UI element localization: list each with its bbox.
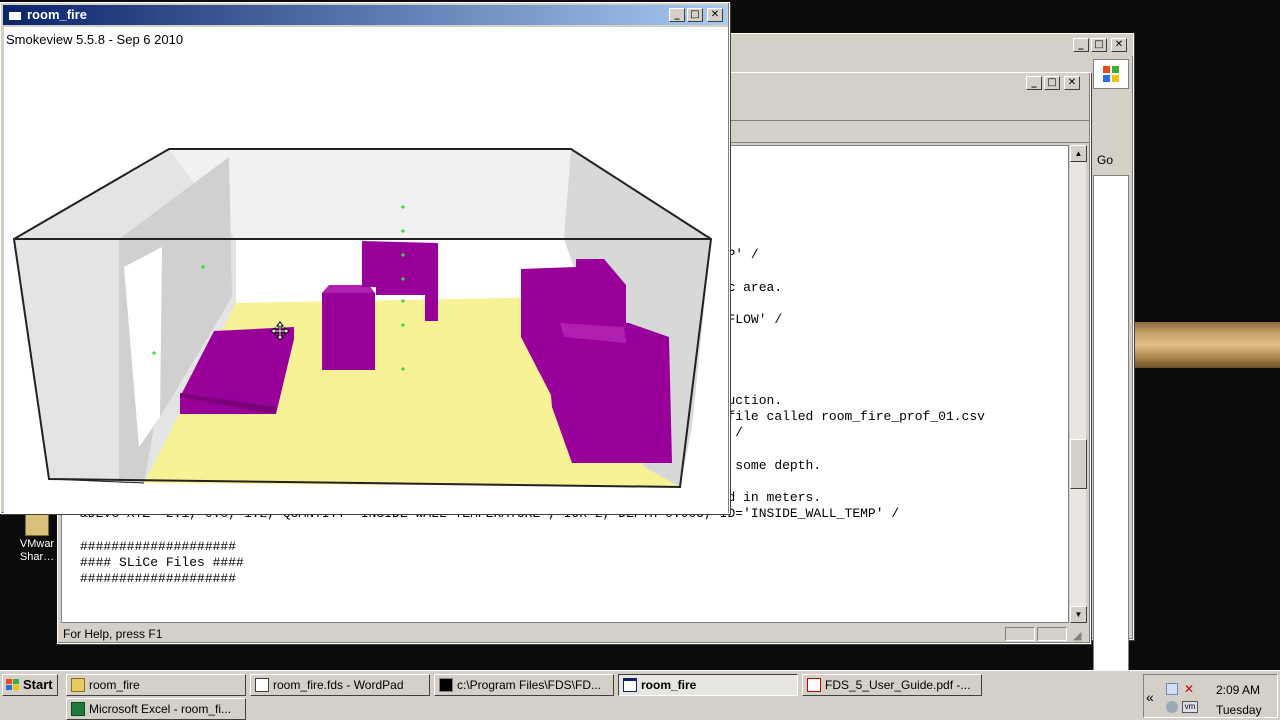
- scroll-up-icon[interactable]: ▲: [1070, 145, 1087, 162]
- status-text: For Help, press F1: [63, 627, 163, 641]
- folder-icon: [71, 678, 85, 692]
- wordpad-icon: [255, 678, 269, 692]
- smokeview-icon: [623, 678, 637, 692]
- maximize-button[interactable]: □: [1044, 76, 1060, 90]
- maximize-button[interactable]: □: [1091, 38, 1107, 52]
- room-scene[interactable]: [4, 27, 728, 513]
- taskbar-item-pdf[interactable]: FDS_5_User_Guide.pdf -...: [802, 674, 982, 696]
- desktop-wallpaper-strip: [1134, 322, 1280, 368]
- task-label: room_fire: [89, 678, 140, 692]
- sensor-dot: [401, 299, 405, 303]
- 3d-viewport[interactable]: Smokeview 5.5.8 - Sep 6 2010: [4, 27, 728, 513]
- sensor-dot: [401, 367, 405, 371]
- taskbar-item-room-fire-folder[interactable]: room_fire: [66, 674, 246, 696]
- task-label: c:\Program Files\FDS\FD...: [457, 678, 602, 692]
- minimize-button[interactable]: _: [669, 8, 685, 22]
- minimize-button[interactable]: _: [1073, 38, 1089, 52]
- volume-icon[interactable]: [1166, 701, 1178, 713]
- close-button[interactable]: ✕: [1111, 38, 1127, 52]
- vertical-scrollbar[interactable]: ▲ ▼: [1069, 145, 1087, 623]
- desktop-icon-label: VMwar Shar…: [19, 538, 55, 563]
- sensor-dot: [152, 351, 156, 355]
- task-label: FDS_5_User_Guide.pdf -...: [825, 678, 971, 692]
- start-button[interactable]: Start: [2, 674, 58, 696]
- scrollbar-thumb[interactable]: [1070, 439, 1087, 489]
- system-tray: « ✕ vm 2:09 AM Tuesday: [1143, 674, 1278, 718]
- status-bar: For Help, press F1 ◢: [61, 625, 1087, 643]
- console-icon: [439, 678, 453, 692]
- background-window-pane: [1093, 175, 1129, 671]
- start-label: Start: [23, 677, 53, 692]
- vmware-shared-desktop-shortcut[interactable]: VMwar Shar…: [14, 514, 60, 574]
- window-title: room_fire: [27, 7, 87, 22]
- taskbar-item-excel[interactable]: Microsoft Excel - room_fi...: [66, 698, 246, 720]
- status-cell: [1005, 627, 1035, 641]
- taskbar-item-wordpad[interactable]: room_fire.fds - WordPad: [250, 674, 430, 696]
- app-icon: [8, 9, 22, 21]
- sensor-dot: [401, 229, 405, 233]
- resize-grip-icon[interactable]: ◢: [1073, 627, 1081, 645]
- tray-chevron-icon[interactable]: «: [1146, 689, 1154, 705]
- smokeview-titlebar[interactable]: room_fire _ □ ✕: [3, 5, 727, 25]
- pdf-icon: [807, 678, 821, 692]
- cabinet-block: [322, 293, 375, 370]
- wordpad-format-bar: [730, 121, 1090, 143]
- go-button[interactable]: Go: [1093, 150, 1129, 170]
- task-label: room_fire: [641, 678, 697, 692]
- sensor-dot: [401, 205, 405, 209]
- sensor-dot: [401, 323, 405, 327]
- sensor-dot: [401, 277, 405, 281]
- task-label: room_fire.fds - WordPad: [273, 678, 404, 692]
- vmware-tools-icon[interactable]: vm: [1182, 701, 1198, 713]
- taskbar-item-console[interactable]: c:\Program Files\FDS\FD...: [434, 674, 614, 696]
- network-icon[interactable]: [1166, 683, 1178, 695]
- task-label: Microsoft Excel - room_fi...: [89, 702, 232, 716]
- clock-day[interactable]: Tuesday: [1216, 703, 1262, 717]
- network-error-icon[interactable]: ✕: [1184, 683, 1196, 695]
- close-button[interactable]: ✕: [707, 8, 723, 22]
- scroll-down-icon[interactable]: ▼: [1070, 606, 1087, 623]
- folder-icon: [25, 514, 49, 536]
- close-button[interactable]: ✕: [1064, 76, 1080, 90]
- background-window-titlebar[interactable]: _ □ ✕: [729, 34, 1133, 56]
- status-cell: [1037, 627, 1067, 641]
- maximize-button[interactable]: □: [687, 8, 703, 22]
- windows-logo-icon: [1093, 59, 1129, 89]
- excel-icon: [71, 702, 85, 716]
- sensor-dot: [201, 265, 205, 269]
- windows-flag-icon: [6, 679, 20, 691]
- smokeview-window[interactable]: room_fire _ □ ✕ Smokeview 5.5.8 - Sep 6 …: [0, 2, 730, 514]
- wordpad-toolbar: [730, 95, 1090, 121]
- sensor-dot: [401, 253, 405, 257]
- wordpad-titlebar[interactable]: _ □ ✕: [730, 73, 1090, 95]
- taskbar-item-smokeview[interactable]: room_fire: [618, 674, 798, 696]
- minimize-button[interactable]: _: [1026, 76, 1042, 90]
- clock-time[interactable]: 2:09 AM: [1216, 683, 1260, 697]
- taskbar: Start room_fire room_fire.fds - WordPad …: [0, 670, 1280, 720]
